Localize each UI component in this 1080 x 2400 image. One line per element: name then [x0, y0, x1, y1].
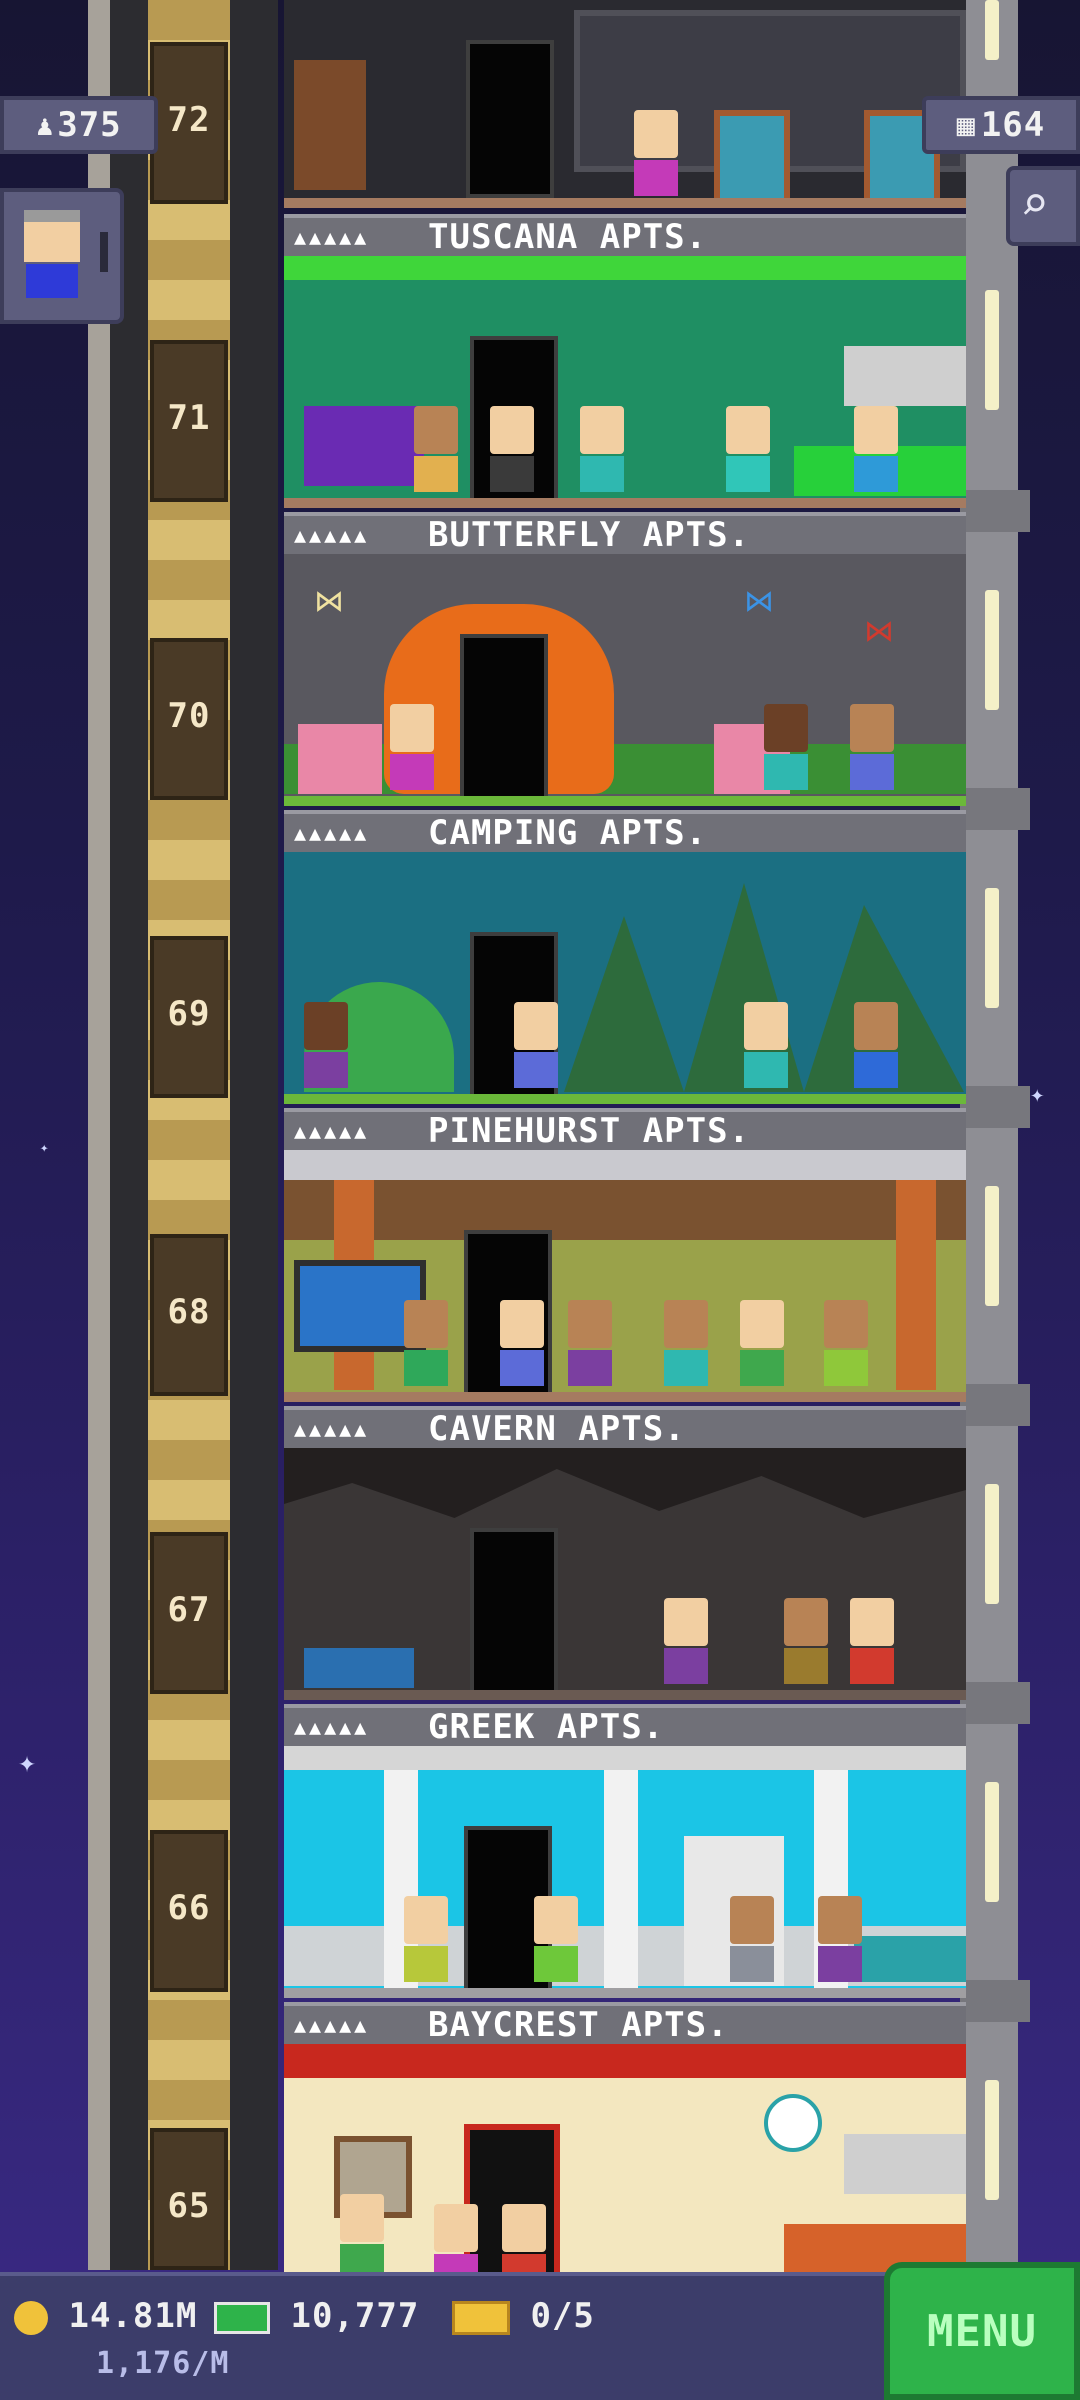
floor-68[interactable]	[284, 1150, 966, 1402]
floor-71[interactable]	[284, 256, 966, 508]
coins-display[interactable]: 14.81M	[14, 2296, 197, 2336]
floor-number: 71	[167, 398, 211, 438]
coins-value: 14.81M	[68, 2296, 198, 2336]
tickets-display[interactable]: 0/5	[452, 2296, 595, 2336]
floor-72[interactable]	[284, 0, 966, 208]
floor-number: 72	[167, 100, 211, 140]
floor-sign: ▲▲▲▲▲ CAVERN APTS.	[284, 1406, 966, 1449]
rating-stars: ▲▲▲▲▲	[294, 523, 370, 547]
search-button[interactable]: ⌕	[1006, 166, 1080, 246]
butterfly-icon: ⋈	[864, 614, 894, 649]
population-counter[interactable]: ♟ 375	[0, 96, 158, 154]
floor-name: BAYCREST APTS.	[428, 2005, 729, 2045]
floor-sign: ▲▲▲▲▲ GREEK APTS.	[284, 1704, 966, 1747]
floor-counter[interactable]: ▦ 164	[922, 96, 1080, 154]
floor-number: 69	[167, 994, 211, 1034]
magnifier-icon: ⌕	[1020, 176, 1049, 232]
floor-number: 68	[167, 1292, 211, 1332]
floor-70[interactable]: ⋈ ⋈ ⋈	[284, 554, 966, 806]
bux-value: 10,777	[290, 2296, 420, 2336]
floor-name: BUTTERFLY APTS.	[428, 515, 751, 555]
bitizen-avatar-button[interactable]	[0, 188, 124, 324]
rating-stars: ▲▲▲▲▲	[294, 1417, 370, 1441]
floor-65[interactable]	[284, 2044, 966, 2272]
floor-sign: ▲▲▲▲▲ CAMPING APTS.	[284, 810, 966, 853]
floor-69[interactable]	[284, 852, 966, 1104]
tickets-value: 0/5	[530, 2296, 595, 2336]
menu-button[interactable]: MENU	[884, 2262, 1080, 2400]
ticket-icon	[452, 2300, 510, 2335]
rating-stars: ▲▲▲▲▲	[294, 2013, 370, 2037]
coins-rate: 1,176/M	[96, 2346, 230, 2381]
floor-name: PINEHURST APTS.	[428, 1111, 751, 1151]
avatar	[24, 210, 80, 262]
floor-67[interactable]	[284, 1448, 966, 1700]
floor-number: 65	[167, 2186, 211, 2226]
floor-number: 67	[167, 1590, 211, 1630]
sparkle-icon: ✦	[1030, 1080, 1045, 1108]
coin-icon	[14, 2300, 48, 2335]
building-icon: ▦	[956, 107, 975, 143]
floors-value: 164	[980, 105, 1046, 145]
rating-stars: ▲▲▲▲▲	[294, 1119, 370, 1143]
rating-stars: ▲▲▲▲▲	[294, 1715, 370, 1739]
floor-sign: ▲▲▲▲▲ BUTTERFLY APTS.	[284, 512, 966, 555]
butterfly-icon: ⋈	[314, 584, 344, 619]
floor-sign: ▲▲▲▲▲ PINEHURST APTS.	[284, 1108, 966, 1151]
butterfly-icon: ⋈	[744, 584, 774, 619]
rating-stars: ▲▲▲▲▲	[294, 225, 370, 249]
bux-display[interactable]: 10,777	[214, 2296, 419, 2336]
floor-sign: ▲▲▲▲▲ TUSCANA APTS.	[284, 214, 966, 257]
rating-stars: ▲▲▲▲▲	[294, 821, 370, 845]
floor-number: 70	[167, 696, 211, 736]
bux-icon	[214, 2301, 270, 2334]
floor-name: GREEK APTS.	[428, 1707, 665, 1747]
floor-sign: ▲▲▲▲▲ BAYCREST APTS.	[284, 2002, 966, 2045]
menu-label: MENU	[927, 2305, 1037, 2357]
floor-number: 66	[167, 1888, 211, 1928]
population-value: 375	[57, 105, 122, 145]
floor-name: CAVERN APTS.	[428, 1409, 686, 1449]
floor-66[interactable]	[284, 1746, 966, 1998]
floor-name: TUSCANA APTS.	[428, 217, 708, 257]
sparkle-icon: ✦	[40, 1140, 49, 1156]
person-icon: ♟	[36, 108, 54, 142]
clock-icon	[764, 2094, 822, 2152]
sparkle-icon: ✦	[18, 1745, 37, 1780]
floor-name: CAMPING APTS.	[428, 813, 708, 853]
